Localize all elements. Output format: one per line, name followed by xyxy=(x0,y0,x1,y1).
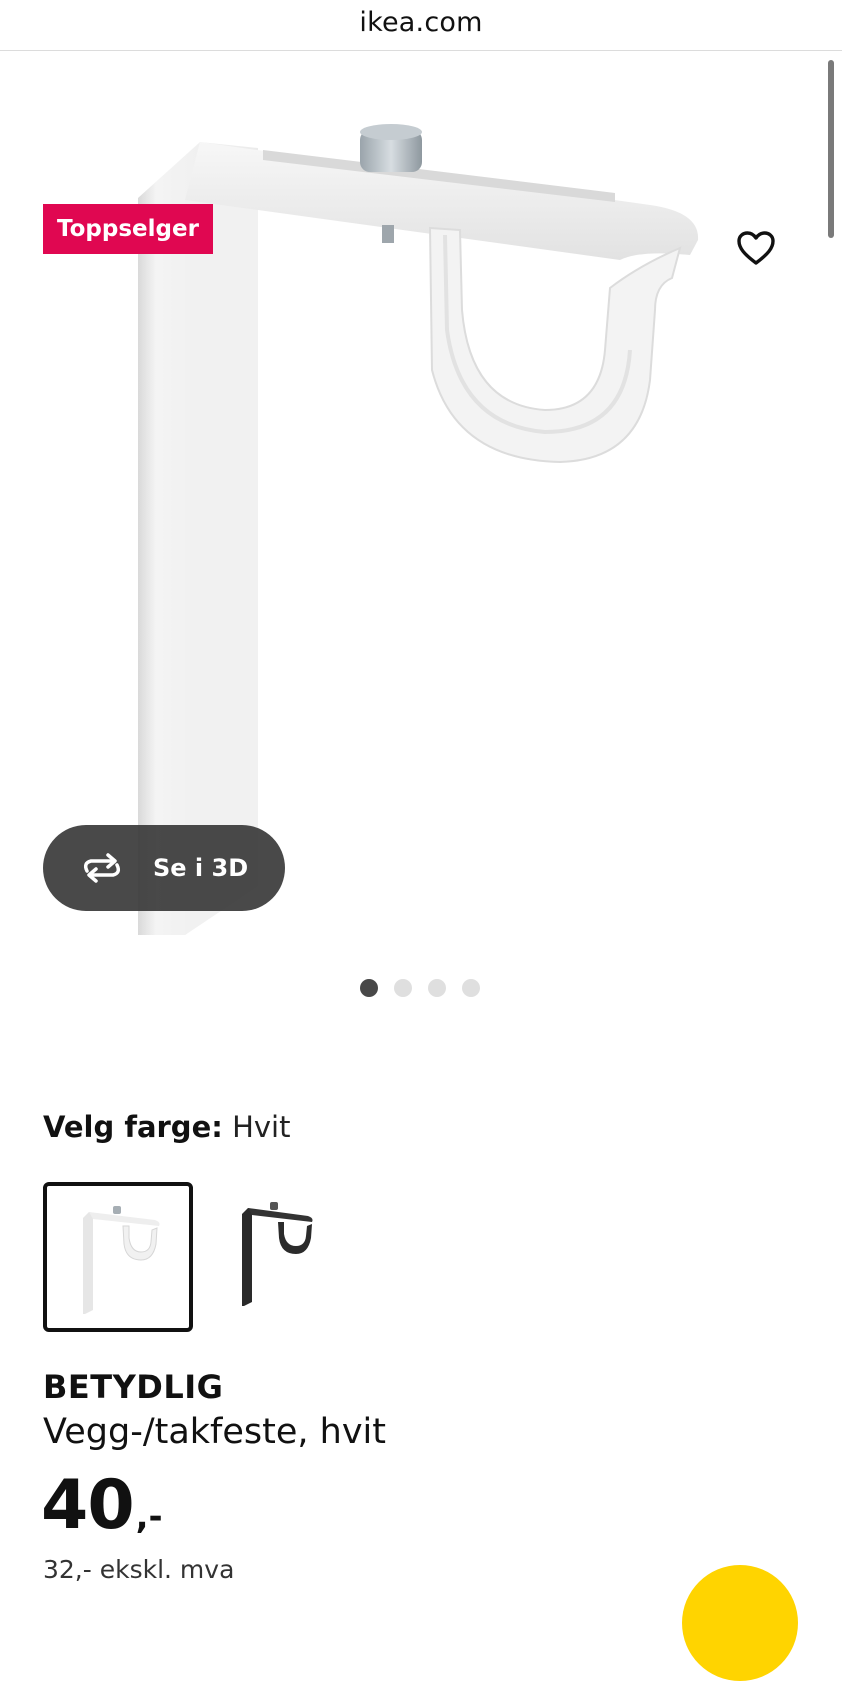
heart-outline-icon xyxy=(737,231,775,265)
gallery-dot-1[interactable] xyxy=(360,979,378,997)
rotate-arrows-icon xyxy=(79,848,129,888)
top-seller-badge: Toppselger xyxy=(43,204,213,254)
gallery-pagination xyxy=(360,979,480,997)
product-price: 40 ,- xyxy=(41,1466,163,1545)
product-name: BETYDLIG xyxy=(43,1368,224,1406)
color-selected-value: Hvit xyxy=(232,1110,291,1144)
color-option-black[interactable] xyxy=(212,1182,362,1332)
url-text: ikea.com xyxy=(359,6,483,38)
add-to-cart-button[interactable] xyxy=(682,1565,798,1681)
color-selector-label: Velg farge: Hvit xyxy=(43,1110,290,1144)
gallery-dot-3[interactable] xyxy=(428,979,446,997)
price-excl-vat: 32,- ekskl. mva xyxy=(43,1555,235,1584)
color-label: Velg farge: xyxy=(43,1110,223,1144)
browser-url-bar[interactable]: ikea.com xyxy=(0,0,842,51)
view-in-3d-label: Se i 3D xyxy=(153,854,249,882)
product-description: Vegg-/takfeste, hvit xyxy=(43,1412,386,1452)
black-bracket-thumbnail xyxy=(242,1202,313,1306)
view-in-3d-button[interactable]: Se i 3D xyxy=(43,825,285,911)
color-option-white[interactable] xyxy=(43,1182,193,1332)
favorite-button[interactable] xyxy=(732,226,780,270)
gallery-dot-2[interactable] xyxy=(394,979,412,997)
white-bracket-thumbnail xyxy=(83,1206,160,1314)
price-suffix: ,- xyxy=(135,1497,163,1537)
product-image xyxy=(138,124,699,935)
product-image-gallery[interactable]: Toppselger Se i 3D xyxy=(0,50,842,950)
price-main: 40 xyxy=(41,1466,135,1545)
page-scrollbar[interactable] xyxy=(828,60,834,238)
gallery-dot-4[interactable] xyxy=(462,979,480,997)
